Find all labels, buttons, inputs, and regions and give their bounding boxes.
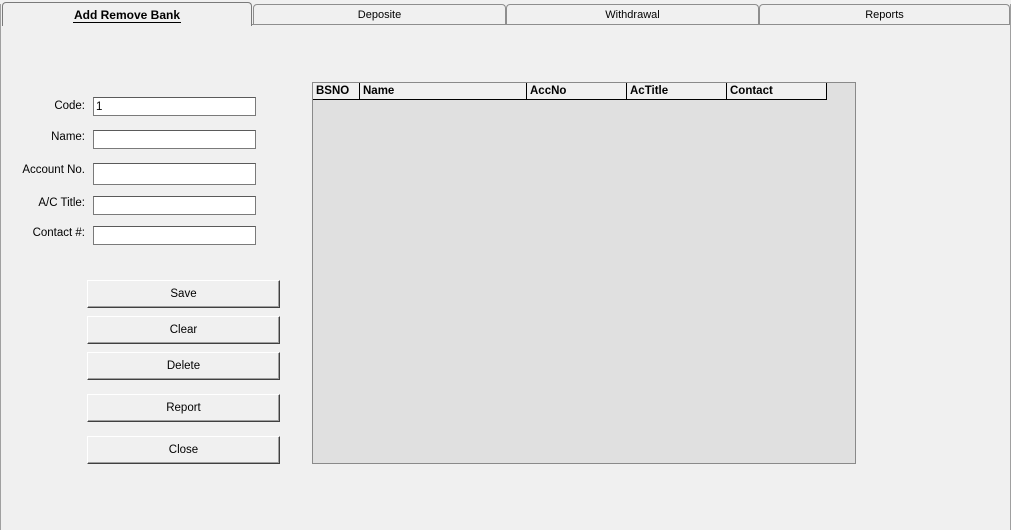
grid-header-actitle[interactable]: AcTitle xyxy=(627,83,727,100)
tab-reports[interactable]: Reports xyxy=(759,4,1010,24)
tab-add-remove-bank[interactable]: Add Remove Bank xyxy=(2,2,252,26)
tab-label: Deposite xyxy=(357,9,402,21)
close-button[interactable]: Close xyxy=(87,436,280,464)
report-button[interactable]: Report xyxy=(87,394,280,422)
tab-label: Add Remove Bank xyxy=(72,8,182,23)
account-no-label: Account No. xyxy=(22,164,85,176)
contact-label: Contact #: xyxy=(32,227,85,239)
grid-header-accno[interactable]: AccNo xyxy=(527,83,627,100)
code-input[interactable] xyxy=(93,97,256,116)
tab-label: Reports xyxy=(865,9,904,21)
name-input[interactable] xyxy=(93,130,256,149)
save-button[interactable]: Save xyxy=(87,280,280,308)
ac-title-label: A/C Title: xyxy=(38,197,85,209)
clear-button[interactable]: Clear xyxy=(87,316,280,344)
tab-deposite[interactable]: Deposite xyxy=(253,4,506,24)
window-frame-left xyxy=(0,4,1,530)
bank-data-grid[interactable]: BSNO Name AccNo AcTitle Contact xyxy=(312,82,856,464)
grid-header-name[interactable]: Name xyxy=(360,83,527,100)
tab-label: Withdrawal xyxy=(605,9,660,21)
grid-header-contact[interactable]: Contact xyxy=(727,83,827,100)
contact-input[interactable] xyxy=(93,226,256,245)
ac-title-input[interactable] xyxy=(93,196,256,215)
name-label: Name: xyxy=(51,131,85,143)
delete-button[interactable]: Delete xyxy=(87,352,280,380)
code-label: Code: xyxy=(54,100,85,112)
tab-withdrawal[interactable]: Withdrawal xyxy=(506,4,759,24)
grid-header-row: BSNO Name AccNo AcTitle Contact xyxy=(313,83,827,100)
grid-header-bsno[interactable]: BSNO xyxy=(313,83,360,100)
tab-divider xyxy=(252,24,1010,25)
tab-strip: Add Remove Bank Deposite Withdrawal Repo… xyxy=(0,0,1011,26)
account-no-input[interactable] xyxy=(93,163,256,185)
